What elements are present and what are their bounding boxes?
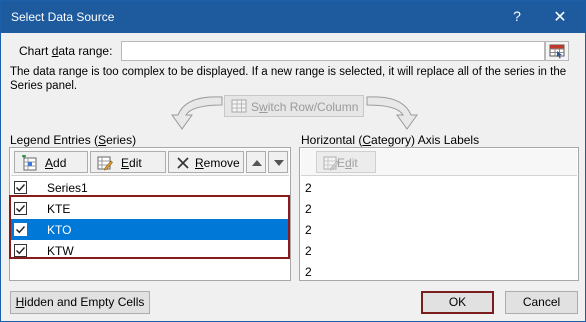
chart-data-range-input[interactable] [121, 41, 545, 61]
axis-label-row[interactable]: 2 [301, 177, 577, 198]
series-row[interactable]: KTE [11, 198, 289, 219]
remove-series-button[interactable]: Remove [168, 151, 244, 173]
select-data-source-dialog: Select Data Source ? ✕ Chart data range:… [0, 0, 586, 322]
axis-label-row[interactable]: 2 [301, 219, 577, 240]
edit-label: Edit [121, 156, 142, 170]
label-accelerator: S [98, 133, 107, 147]
series-checkbox[interactable] [14, 244, 27, 257]
range-select-icon[interactable] [545, 41, 569, 61]
axis-label-row[interactable]: 2 [301, 240, 577, 261]
label-part: ategory) Axis Labels [371, 133, 480, 147]
add-label: Add [45, 156, 66, 170]
remove-label: Remove [195, 156, 240, 170]
axis-label-value: 2 [305, 244, 312, 258]
label-accelerator: A [45, 156, 54, 170]
ok-button[interactable]: OK [421, 291, 494, 314]
remove-x-icon [175, 155, 191, 171]
axis-label-value: 2 [305, 181, 312, 195]
edit-icon [97, 155, 113, 171]
axis-label-value: 2 [305, 265, 312, 279]
edit-axis-button[interactable]: Edit [316, 151, 376, 173]
help-icon[interactable]: ? [507, 8, 527, 26]
cancel-button[interactable]: Cancel [505, 291, 578, 314]
axis-toolbar: Edit [301, 149, 577, 176]
legend-entries-title: Legend Entries (Series) [10, 133, 136, 147]
label-accelerator: C [362, 133, 372, 147]
series-name: KTW [47, 244, 74, 258]
arrow-left-icon [171, 96, 223, 130]
label-accelerator: d [345, 156, 352, 170]
series-name: KTE [47, 202, 71, 216]
label-part: Chart [19, 44, 52, 58]
label-part: emove [203, 156, 240, 170]
move-up-icon [249, 155, 265, 171]
axis-labels-panel: Edit 2 2 2 2 2 [299, 147, 579, 281]
label-part: idden and Empty Cells [24, 295, 145, 309]
label-accelerator: w [259, 100, 268, 114]
add-series-icon [21, 154, 37, 171]
series-checkbox[interactable] [14, 223, 27, 236]
legend-entries-panel: Add Edit Remove Series1 KTE KTO KTW [9, 147, 291, 281]
series-row[interactable]: Series1 [11, 177, 289, 198]
series-checkbox[interactable] [14, 181, 27, 194]
title-bar: Select Data Source ? ✕ [1, 1, 585, 33]
move-down-button[interactable] [268, 151, 288, 173]
series-row[interactable]: KTO [11, 219, 289, 240]
label-part: S [251, 100, 260, 114]
axis-label-value: 2 [305, 202, 312, 216]
switch-row-column-button[interactable]: Switch Row/Column [224, 95, 364, 117]
label-part: eries) [106, 133, 137, 147]
hidden-empty-cells-button[interactable]: Hidden and Empty Cells [10, 291, 150, 314]
checkmark-icon [16, 184, 26, 192]
add-series-button[interactable]: Add [14, 151, 88, 173]
axis-label-value: 2 [305, 223, 312, 237]
series-name: KTO [47, 223, 72, 237]
move-down-icon [271, 155, 287, 171]
edit-axis-label: Edit [337, 156, 358, 170]
label-part: dit [129, 156, 142, 170]
label-part: ata range: [58, 44, 113, 58]
axis-labels-title: Horizontal (Category) Axis Labels [301, 133, 479, 147]
label-part: Horizontal ( [301, 133, 363, 147]
axis-label-row[interactable]: 2 [301, 198, 577, 219]
series-checkbox[interactable] [14, 202, 27, 215]
label-accelerator: H [15, 295, 25, 309]
range-message: The data range is too complex to be disp… [10, 66, 567, 92]
axis-label-row[interactable]: 2 [301, 261, 577, 282]
switch-row-column-label: Switch Row/Column [251, 100, 358, 114]
dialog-title: Select Data Source [11, 10, 115, 24]
label-part: it [351, 156, 358, 170]
move-up-button[interactable] [246, 151, 266, 173]
series-name: Series1 [47, 181, 88, 195]
series-row[interactable]: KTW [11, 240, 289, 261]
checkmark-icon [16, 247, 26, 255]
edit-series-button[interactable]: Edit [90, 151, 166, 173]
checkmark-icon [16, 205, 26, 213]
close-icon[interactable]: ✕ [549, 7, 571, 27]
checkmark-icon [16, 226, 26, 234]
label-part: dd [53, 156, 67, 170]
label-accelerator: E [121, 156, 130, 170]
chart-data-range-label: Chart data range: [19, 44, 112, 58]
label-part: Legend Entries ( [10, 133, 99, 147]
legend-toolbar: Add Edit Remove [11, 149, 289, 176]
switch-row-column-icon [231, 99, 247, 113]
label-part: itch Row/Column [267, 100, 359, 114]
arrow-right-icon [366, 96, 418, 130]
label-accelerator: R [195, 156, 204, 170]
label-part: E [337, 156, 346, 170]
